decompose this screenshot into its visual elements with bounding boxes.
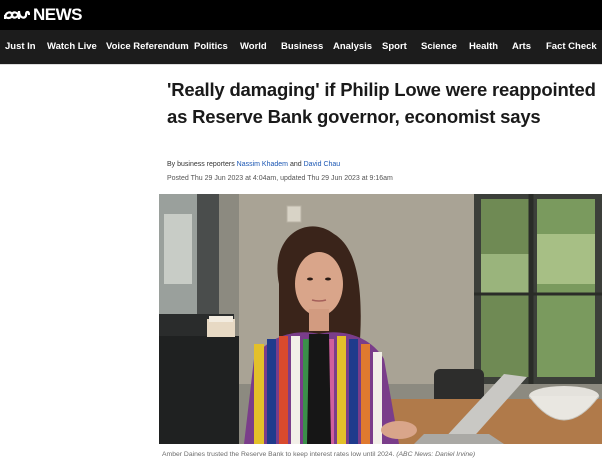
article-photo[interactable] — [159, 194, 602, 444]
caption-credit: (ABC News: Daniel Irvine) — [396, 451, 476, 458]
nav-item-world[interactable]: World — [240, 30, 267, 64]
nav-item-sport[interactable]: Sport — [382, 30, 407, 64]
nav-item-just-in[interactable]: Just In — [5, 30, 36, 64]
byline-prefix: By business reporters — [167, 161, 235, 168]
top-bar: NEWS — [0, 0, 602, 30]
nav-item-science[interactable]: Science — [421, 30, 457, 64]
nav-item-health[interactable]: Health — [469, 30, 498, 64]
caption-text: Amber Daines trusted the Reserve Bank to… — [162, 451, 395, 458]
photo-caption: Amber Daines trusted the Reserve Bank to… — [162, 451, 475, 458]
abc-news-logo[interactable]: NEWS — [4, 5, 83, 25]
nav-item-watch-live[interactable]: Watch Live — [47, 30, 97, 64]
nav-item-business[interactable]: Business — [281, 30, 323, 64]
posted-timestamp: Posted Thu 29 Jun 2023 at 4:04am, update… — [167, 175, 393, 182]
nav-item-arts[interactable]: Arts — [512, 30, 531, 64]
logo-text: NEWS — [33, 5, 83, 24]
nav-item-politics[interactable]: Politics — [194, 30, 228, 64]
nav-divider — [0, 64, 602, 65]
article-photo-illustration — [159, 194, 602, 444]
byline: By business reporters Nassim Khadem and … — [167, 161, 340, 168]
article-headline: 'Really damaging' if Philip Lowe were re… — [167, 79, 596, 127]
main-nav: Just In Watch Live Voice Referendum Poli… — [0, 30, 602, 64]
nav-item-fact-check[interactable]: Fact Check — [546, 30, 597, 64]
author-link-2[interactable]: David Chau — [304, 161, 341, 168]
byline-and: and — [289, 161, 302, 168]
abc-logo-icon — [4, 10, 30, 20]
nav-item-voice-referendum[interactable]: Voice Referendum — [106, 30, 189, 64]
nav-item-analysis[interactable]: Analysis — [333, 30, 372, 64]
author-link-1[interactable]: Nassim Khadem — [237, 161, 288, 168]
